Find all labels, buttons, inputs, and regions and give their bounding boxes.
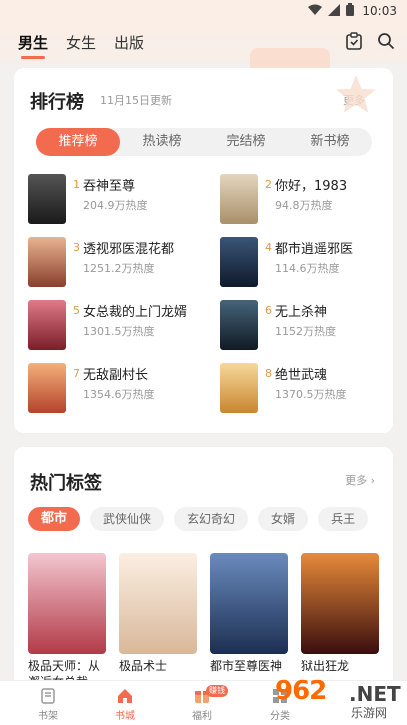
book-cover	[119, 553, 197, 654]
book-cover	[28, 300, 66, 350]
book-card[interactable]: 都市至尊医神	[210, 553, 288, 690]
ranking-segment: 推荐榜 热读榜 完结榜 新书榜	[36, 128, 372, 156]
tag-chip[interactable]: 都市	[28, 507, 81, 531]
ranking-item[interactable]: 5 女总裁的上门龙婿 1301.5万热度	[28, 300, 204, 352]
book-cover	[220, 363, 258, 413]
segment-new[interactable]: 新书榜	[288, 128, 372, 156]
nav-bookshelf[interactable]: 书架	[18, 687, 78, 722]
book-title: 绝世武魂	[275, 368, 328, 383]
status-time: 10:03	[362, 4, 397, 18]
tag-book-list: 极品天师：从邂逅女总裁 极品术士 都市至尊医神 狱出狂龙	[28, 553, 379, 690]
bookshelf-icon	[41, 688, 55, 704]
ranking-item[interactable]: 1 吞神至尊 204.9万热度	[28, 174, 204, 226]
book-heat: 114.6万热度	[275, 262, 340, 275]
book-card[interactable]: 极品术士	[119, 553, 197, 690]
tag-chips: 都市 武侠仙侠 玄幻奇幻 女婿 兵王	[28, 507, 369, 531]
ranking-item[interactable]: 8 绝世武魂 1370.5万热度	[220, 363, 396, 415]
rank-number: 1	[73, 178, 80, 191]
book-card[interactable]: 狱出狂龙	[301, 553, 379, 690]
rank-number: 5	[73, 304, 80, 317]
tab-female[interactable]: 女生	[66, 32, 96, 53]
signal-icon	[328, 3, 341, 19]
watermark-net: .NET	[349, 682, 401, 706]
nav-label: 书城	[115, 711, 135, 722]
book-heat: 1152万热度	[275, 325, 336, 338]
ranking-updated: 11月15日更新	[100, 94, 172, 107]
book-heat: 1354.6万热度	[83, 388, 155, 401]
hot-tags-title: 热门标签	[30, 473, 102, 494]
book-cover	[220, 300, 258, 350]
wifi-icon	[308, 4, 323, 19]
ranking-item[interactable]: 4 都市逍遥邪医 114.6万热度	[220, 237, 396, 289]
book-card[interactable]: 极品天师：从邂逅女总裁	[28, 553, 106, 690]
more-label: 更多	[345, 474, 368, 487]
book-cover	[301, 553, 379, 654]
battery-icon	[346, 3, 355, 19]
rank-number: 4	[265, 241, 272, 254]
header-actions	[345, 32, 395, 54]
book-heat: 1251.2万热度	[83, 262, 155, 275]
book-title: 无敌副村长	[83, 368, 149, 383]
checkin-icon[interactable]	[345, 32, 363, 54]
book-cover	[28, 363, 66, 413]
rank-number: 6	[265, 304, 272, 317]
watermark-logo: 962	[275, 676, 327, 706]
nav-welfare[interactable]: 赚钱 福利	[172, 685, 232, 722]
chevron-right-icon: ›	[370, 474, 375, 487]
nav-label: 福利	[192, 711, 212, 722]
tab-publish[interactable]: 出版	[114, 32, 144, 53]
tag-chip[interactable]: 女婿	[258, 507, 309, 531]
tag-chip[interactable]: 兵王	[318, 507, 369, 531]
book-cover	[220, 237, 258, 287]
home-icon	[118, 689, 132, 703]
segment-hot[interactable]: 热读榜	[120, 128, 204, 156]
channel-tabs: 男生 女生 出版	[18, 32, 144, 59]
nav-badge: 赚钱	[206, 685, 228, 697]
nav-label: 书架	[38, 711, 58, 722]
rank-number: 2	[265, 178, 272, 191]
top-header: 男生 女生 出版	[0, 22, 407, 80]
ranking-title: 排行榜	[30, 92, 84, 113]
book-title: 无上杀神	[275, 305, 328, 320]
book-title: 透视邪医混花都	[83, 242, 175, 257]
book-title: 你好，1983	[275, 179, 348, 194]
book-heat: 204.9万热度	[83, 199, 148, 212]
book-cover	[220, 174, 258, 224]
book-cover	[28, 237, 66, 287]
ranking-item[interactable]: 6 无上杀神 1152万热度	[220, 300, 396, 352]
search-icon[interactable]	[377, 32, 395, 54]
book-heat: 1301.5万热度	[83, 325, 155, 338]
ranking-item[interactable]: 7 无敌副村长 1354.6万热度	[28, 363, 204, 415]
book-cover	[28, 553, 106, 654]
nav-bookstore[interactable]: 书城	[95, 687, 155, 722]
tab-male[interactable]: 男生	[18, 32, 48, 59]
rank-number: 3	[73, 241, 80, 254]
tag-chip[interactable]: 玄幻奇幻	[174, 507, 249, 531]
watermark-cn: 乐游网	[351, 706, 388, 720]
tag-chip[interactable]: 武侠仙侠	[90, 507, 165, 531]
segment-finished[interactable]: 完结榜	[204, 128, 288, 156]
book-heat: 94.8万热度	[275, 199, 333, 212]
status-bar: 10:03	[0, 0, 407, 22]
book-cover	[28, 174, 66, 224]
book-title: 女总裁的上门龙婿	[83, 305, 188, 320]
watermark: 962 .NET 乐游网	[275, 676, 407, 725]
book-title: 吞神至尊	[83, 179, 136, 194]
ranking-card: 排行榜 11月15日更新 更多 推荐榜 热读榜 完结榜 新书榜 1 吞神至尊 2…	[14, 68, 393, 433]
rank-number: 7	[73, 367, 80, 380]
book-title: 都市逍遥邪医	[275, 242, 354, 257]
hot-tags-more-link[interactable]: 更多 ›	[345, 472, 375, 488]
ranking-item[interactable]: 3 透视邪医混花都 1251.2万热度	[28, 237, 204, 289]
segment-recommend[interactable]: 推荐榜	[36, 128, 120, 156]
book-cover	[210, 553, 288, 654]
ranking-item[interactable]: 2 你好，1983 94.8万热度	[220, 174, 396, 226]
book-heat: 1370.5万热度	[275, 388, 347, 401]
status-icons	[308, 3, 355, 19]
star-icon	[336, 75, 376, 113]
rank-number: 8	[265, 367, 272, 380]
